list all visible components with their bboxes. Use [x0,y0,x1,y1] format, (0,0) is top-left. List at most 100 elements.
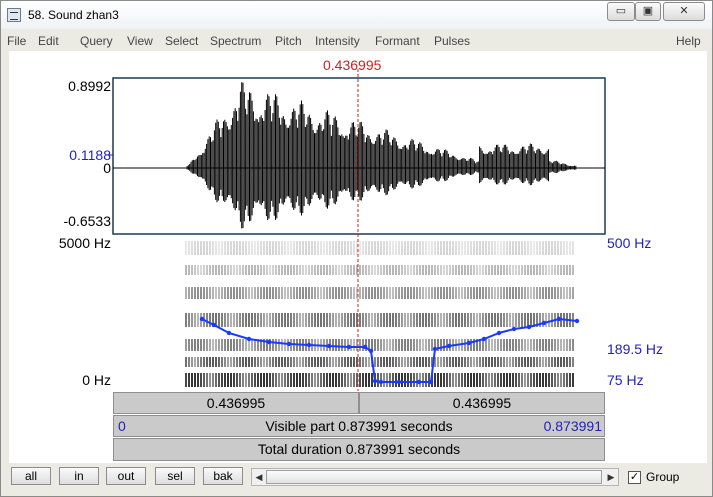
zoom-out-button[interactable]: out [106,467,146,485]
spectrogram-cell [548,357,550,367]
menu-view[interactable]: View [127,34,153,48]
spectrogram-cell [410,357,412,367]
spectrogram-cell [305,373,307,387]
spectrogram-cell [239,339,241,351]
spectrogram-cell [470,339,472,351]
zoom-back-button[interactable]: bak [203,467,243,485]
spectrogram-cell [524,313,526,327]
spectrogram-cell [542,373,544,387]
spectrogram-cell [548,313,550,327]
spectrogram-cell [329,357,331,367]
spectrogram-cell [455,373,457,387]
spectrogram-cell [545,357,547,367]
spectrogram-cell [275,313,277,327]
scroll-left-icon[interactable]: ◀ [252,469,266,485]
spectrogram-cell [491,373,493,387]
total-duration-bar[interactable]: Total duration 0.873991 seconds [113,438,605,461]
spectrogram-cell [377,373,379,387]
pitch-point [199,316,205,322]
spectrogram-cell [434,313,436,327]
spectrogram-cell [389,357,391,367]
spectrogram-cell [203,373,205,387]
right-segment-bar[interactable]: 0.436995 [359,392,605,414]
menu-query[interactable]: Query [80,34,113,48]
left-segment-bar[interactable]: 0.436995 [113,392,359,414]
spectrogram-cell [311,373,313,387]
spectrogram-cell [572,357,574,367]
spectrogram-cell [377,313,379,327]
menu-file[interactable]: File [7,34,26,48]
spectrogram-cell [512,357,514,367]
menu-intensity[interactable]: Intensity [315,34,360,48]
spectrogram-cell [353,313,355,327]
zoom-all-button[interactable]: all [11,467,51,485]
spectrogram-cell [224,339,226,351]
spectrogram-cell [479,373,481,387]
spectrogram-cell [389,339,391,351]
scroll-right-icon[interactable]: ▶ [604,469,618,485]
zoom-selection-button[interactable]: sel [155,467,195,485]
spectrogram-cell [251,339,253,351]
spectrogram-cell [500,373,502,387]
spectrogram-cell [272,357,274,367]
spectrogram-cell [296,313,298,327]
spectrogram-cell [197,373,199,387]
close-button[interactable]: ✕ [663,2,705,21]
spectrogram-cell [344,357,346,367]
spectrogram-cell [488,313,490,327]
spectrogram-cell [206,339,208,351]
spectrogram-cell [428,313,430,327]
spectrogram-cell [329,313,331,327]
pitch-point [428,379,434,385]
visible-part-bar[interactable]: 0 Visible part 0.873991 seconds 0.873991 [113,415,605,437]
spectrogram-cell [500,313,502,327]
spectrogram-cell [548,339,550,351]
time-scrollbar[interactable]: ◀ ▶ [251,468,619,486]
spectrogram-cell [278,373,280,387]
spectrogram-cell [338,339,340,351]
spectrogram-cell [554,339,556,351]
spectrogram-cell [221,313,223,327]
minimize-button[interactable]: ▭ [607,2,635,21]
menu-formant[interactable]: Formant [375,34,420,48]
spectrogram-cell [446,357,448,367]
spectrogram-cell [455,313,457,327]
spectrogram-cell [428,357,430,367]
spectrogram-cell [341,339,343,351]
spectrogram-cell [485,357,487,367]
zoom-in-button[interactable]: in [59,467,99,485]
spectrogram-cell [521,339,523,351]
spectrogram-cell [437,357,439,367]
spectrogram-cell [497,313,499,327]
scrollbar-thumb[interactable] [266,470,602,484]
spectrogram-cell [503,313,505,327]
pitch-point [481,336,487,342]
menu-spectrum[interactable]: Spectrum [210,34,261,48]
menu-edit[interactable]: Edit [38,34,59,48]
spectrogram-cell [275,357,277,367]
group-checkbox[interactable]: ✓ [628,471,641,484]
spectrogram-cell [542,339,544,351]
maximize-button[interactable]: ▣ [635,2,661,21]
spectrogram-cell [188,313,190,327]
menu-pitch[interactable]: Pitch [275,34,302,48]
spectrogram-cell [494,357,496,367]
spectrogram-cell [317,313,319,327]
spectrogram-cell [197,313,199,327]
spectrogram-cell [557,339,559,351]
menu-pulses[interactable]: Pulses [434,34,470,48]
spectrogram-cell [191,373,193,387]
spectrogram-cell [557,373,559,387]
spectrogram-cell [500,339,502,351]
spectrogram-cell [539,357,541,367]
spectrogram-cell [386,313,388,327]
spectrogram-cell [428,373,430,387]
spectrogram-cell [566,339,568,351]
spectrogram-cell [359,339,361,351]
menu-select[interactable]: Select [165,34,198,48]
menu-help[interactable]: Help [676,34,701,48]
editor-canvas[interactable]: 0.436995 0.8992 0.1188 0 -0.6533 5000 Hz… [9,51,707,463]
spectrogram-cell [221,339,223,351]
spectrogram-cell [191,313,193,327]
spectrogram-cell [497,357,499,367]
